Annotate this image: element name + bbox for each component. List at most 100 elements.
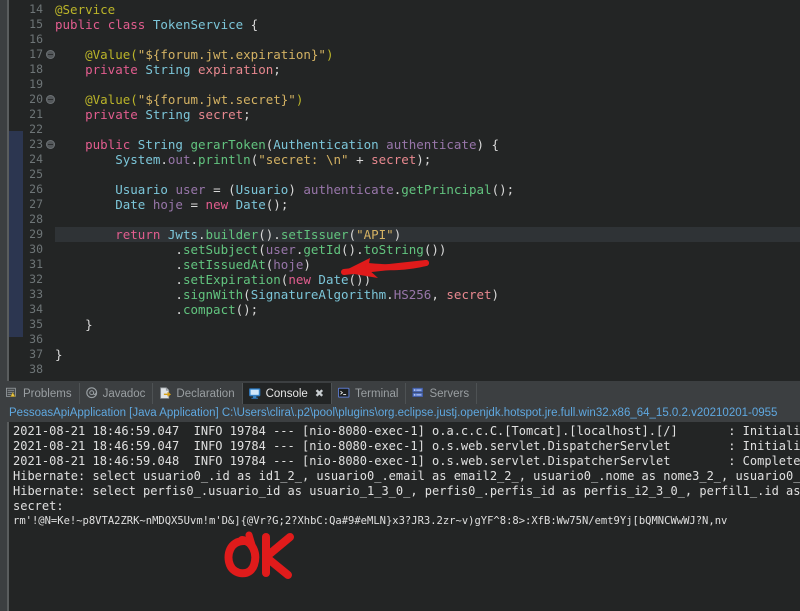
line-number[interactable]: 25: [9, 167, 43, 182]
line-number[interactable]: 30: [9, 242, 43, 257]
console-output-area[interactable]: 2021-08-21 18:46:59.047 INFO 19784 --- […: [9, 422, 800, 611]
console-line: 2021-08-21 18:46:59.048 INFO 19784 --- […: [13, 454, 800, 468]
code-line[interactable]: .setIssuedAt(hoje): [55, 257, 311, 272]
code-token: .: [386, 287, 394, 302]
bottom-view-panel: Problems Javadoc Declaration Console ✖ Termin…: [0, 381, 800, 611]
line-number[interactable]: 35: [9, 317, 43, 332]
code-line[interactable]: }: [55, 347, 63, 362]
code-line[interactable]: [55, 167, 63, 182]
code-line[interactable]: .signWith(SignatureAlgorithm.HS256, secr…: [55, 287, 499, 302]
close-icon[interactable]: ✖: [315, 387, 324, 400]
code-line[interactable]: public String gerarToken(Authentication …: [55, 137, 499, 152]
code-token: hoje: [152, 197, 183, 212]
code-token: ): [325, 47, 334, 62]
code-line[interactable]: private String expiration;: [55, 62, 281, 77]
line-number[interactable]: 26: [9, 182, 43, 197]
code-token: }: [55, 317, 93, 332]
code-token: secret: [371, 152, 417, 167]
view-tab-bar[interactable]: Problems Javadoc Declaration Console ✖ Termin…: [0, 383, 800, 404]
code-token: new: [288, 272, 319, 287]
code-token: new: [205, 197, 236, 212]
code-token: getId: [303, 242, 342, 257]
code-text-area[interactable]: @Service public class TokenService { @Val…: [55, 0, 800, 381]
code-line[interactable]: Date hoje = new Date();: [55, 197, 288, 212]
line-number[interactable]: 21: [9, 107, 43, 122]
code-line[interactable]: [55, 122, 63, 137]
code-token: (: [258, 242, 266, 257]
code-token: private: [85, 62, 146, 77]
code-line[interactable]: Usuario user = (Usuario) authenticate.ge…: [55, 182, 514, 197]
code-line[interactable]: [55, 212, 63, 227]
code-line[interactable]: @Value("${forum.jwt.expiration}"): [55, 47, 333, 62]
code-line[interactable]: private String secret;: [55, 107, 251, 122]
code-token: TokenService: [152, 17, 244, 32]
code-token: println: [198, 152, 251, 167]
line-number[interactable]: 38: [9, 362, 43, 377]
code-line[interactable]: [55, 32, 63, 47]
code-token: Usuario: [235, 182, 289, 197]
line-number[interactable]: 16: [9, 32, 43, 47]
line-number[interactable]: 29: [9, 227, 43, 242]
code-token: class: [107, 17, 153, 32]
code-token: (: [243, 287, 251, 302]
tab-declaration[interactable]: Declaration: [153, 383, 243, 404]
line-number[interactable]: 23: [9, 137, 43, 152]
line-number[interactable]: 24: [9, 152, 43, 167]
code-line[interactable]: return Jwts.builder().setIssuer("API"): [55, 227, 401, 242]
code-token: String: [137, 137, 191, 152]
fold-collapse-icon[interactable]: [46, 95, 55, 104]
fold-collapse-icon[interactable]: [46, 140, 55, 149]
line-number[interactable]: 22: [9, 122, 43, 137]
line-number[interactable]: 14: [9, 2, 43, 17]
line-number[interactable]: 33: [9, 287, 43, 302]
tab-terminal[interactable]: Terminal: [332, 383, 407, 404]
code-line[interactable]: [55, 77, 63, 92]
line-number[interactable]: 15: [9, 17, 43, 32]
code-line[interactable]: [55, 362, 63, 377]
code-line[interactable]: }: [55, 317, 93, 332]
line-number[interactable]: 18: [9, 62, 43, 77]
code-line[interactable]: .compact();: [55, 302, 258, 317]
tab-servers[interactable]: Servers: [406, 383, 478, 404]
line-number-gutter[interactable]: 14 15 16 17 18 19 20 21 22 23 24 25 26 27 28 29 30 31 32 33…: [9, 0, 55, 381]
code-token: builder: [205, 227, 259, 242]
line-number[interactable]: 32: [9, 272, 43, 287]
declaration-icon: [159, 387, 172, 400]
code-line[interactable]: .setExpiration(new Date()): [55, 272, 371, 287]
code-line[interactable]: @Value("${forum.jwt.secret}"): [55, 92, 303, 107]
code-token: @Service: [55, 2, 116, 17]
line-number[interactable]: 36: [9, 332, 43, 347]
line-number[interactable]: 37: [9, 347, 43, 362]
line-number[interactable]: 34: [9, 302, 43, 317]
code-line[interactable]: public class TokenService {: [55, 17, 258, 32]
tab-console[interactable]: Console ✖: [242, 383, 333, 404]
code-line[interactable]: @Service: [55, 2, 115, 17]
code-editor[interactable]: 14 15 16 17 18 19 20 21 22 23 24 25 26 27 28 29 30 31 32 33…: [0, 0, 800, 381]
code-line[interactable]: System.out.println("secret: \n" + secret…: [55, 152, 431, 167]
fold-collapse-icon[interactable]: [46, 50, 55, 59]
console-line: secret:: [13, 499, 64, 513]
code-token: ();: [265, 197, 289, 212]
code-token: Date: [318, 272, 349, 287]
code-token: ,: [431, 287, 447, 302]
line-number[interactable]: 17: [9, 47, 43, 62]
code-token: secret: [198, 107, 244, 122]
code-line[interactable]: [55, 332, 63, 347]
line-number[interactable]: 31: [9, 257, 43, 272]
code-token: authenticate: [303, 182, 394, 197]
code-token: .: [55, 257, 183, 272]
line-number[interactable]: 27: [9, 197, 43, 212]
tab-javadoc[interactable]: Javadoc: [80, 383, 154, 404]
code-line[interactable]: .setSubject(user.getId().toString()): [55, 242, 446, 257]
line-number[interactable]: 19: [9, 77, 43, 92]
tab-label: Javadoc: [102, 387, 146, 400]
code-token: signWith: [182, 287, 244, 302]
code-token: String: [145, 62, 191, 77]
line-number[interactable]: 20: [9, 92, 43, 107]
line-number[interactable]: 28: [9, 212, 43, 227]
tab-problems[interactable]: Problems: [0, 383, 80, 404]
